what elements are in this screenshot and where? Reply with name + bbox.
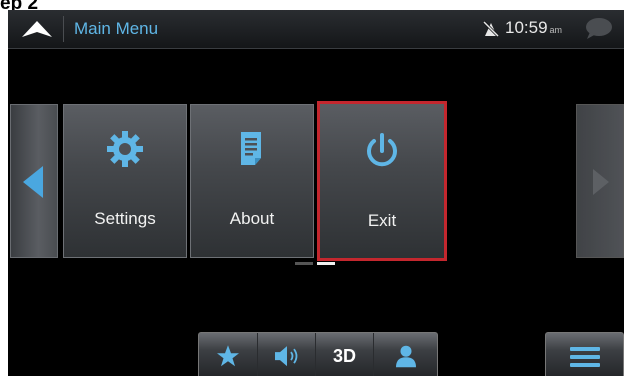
page-dot	[295, 262, 313, 265]
chevron-right-icon	[593, 169, 609, 195]
gps-off-icon	[482, 20, 500, 38]
menu-tile-about[interactable]: About	[190, 104, 314, 258]
message-bubble-icon[interactable]	[582, 17, 614, 41]
gear-icon	[107, 131, 143, 167]
favorites-button[interactable]	[199, 333, 257, 376]
speaker-icon	[274, 346, 297, 367]
menu-tile-label: Settings	[94, 209, 156, 228]
header-bar: Main Menu 10:59 am	[8, 10, 624, 49]
menu-tile-label: About	[229, 209, 275, 228]
person-icon	[395, 345, 416, 368]
carousel-next-button[interactable]	[576, 104, 624, 258]
power-icon	[367, 133, 397, 167]
clock-time: 10:59	[505, 18, 548, 37]
menu-tile-exit[interactable]: Exit	[317, 101, 447, 261]
document-icon	[241, 132, 261, 165]
app-screen: Main Menu 10:59 am Settings About Exit 3…	[8, 10, 624, 376]
carousel-prev-button[interactable]	[10, 104, 58, 258]
hamburger-menu-icon	[570, 347, 600, 367]
menu-tile-settings[interactable]: Settings	[63, 104, 187, 258]
page-title: Main Menu	[74, 19, 159, 38]
chevron-left-icon	[23, 166, 43, 198]
page-indicator	[295, 262, 335, 266]
profile-button[interactable]	[373, 333, 437, 376]
volume-button[interactable]	[257, 333, 315, 376]
clock-ampm: am	[549, 25, 563, 35]
menu-tile-label: Exit	[367, 211, 397, 230]
star-icon	[217, 345, 239, 367]
navigation-arrow-icon[interactable]	[20, 19, 54, 39]
view-3d-button[interactable]: 3D	[315, 333, 373, 376]
bottom-toolbar: 3D	[198, 332, 438, 376]
page-dot-active	[317, 262, 335, 265]
clock: 10:59 am	[505, 18, 562, 38]
header-divider	[63, 16, 64, 42]
view-3d-label: 3D	[332, 346, 356, 366]
menu-button[interactable]	[545, 332, 624, 376]
